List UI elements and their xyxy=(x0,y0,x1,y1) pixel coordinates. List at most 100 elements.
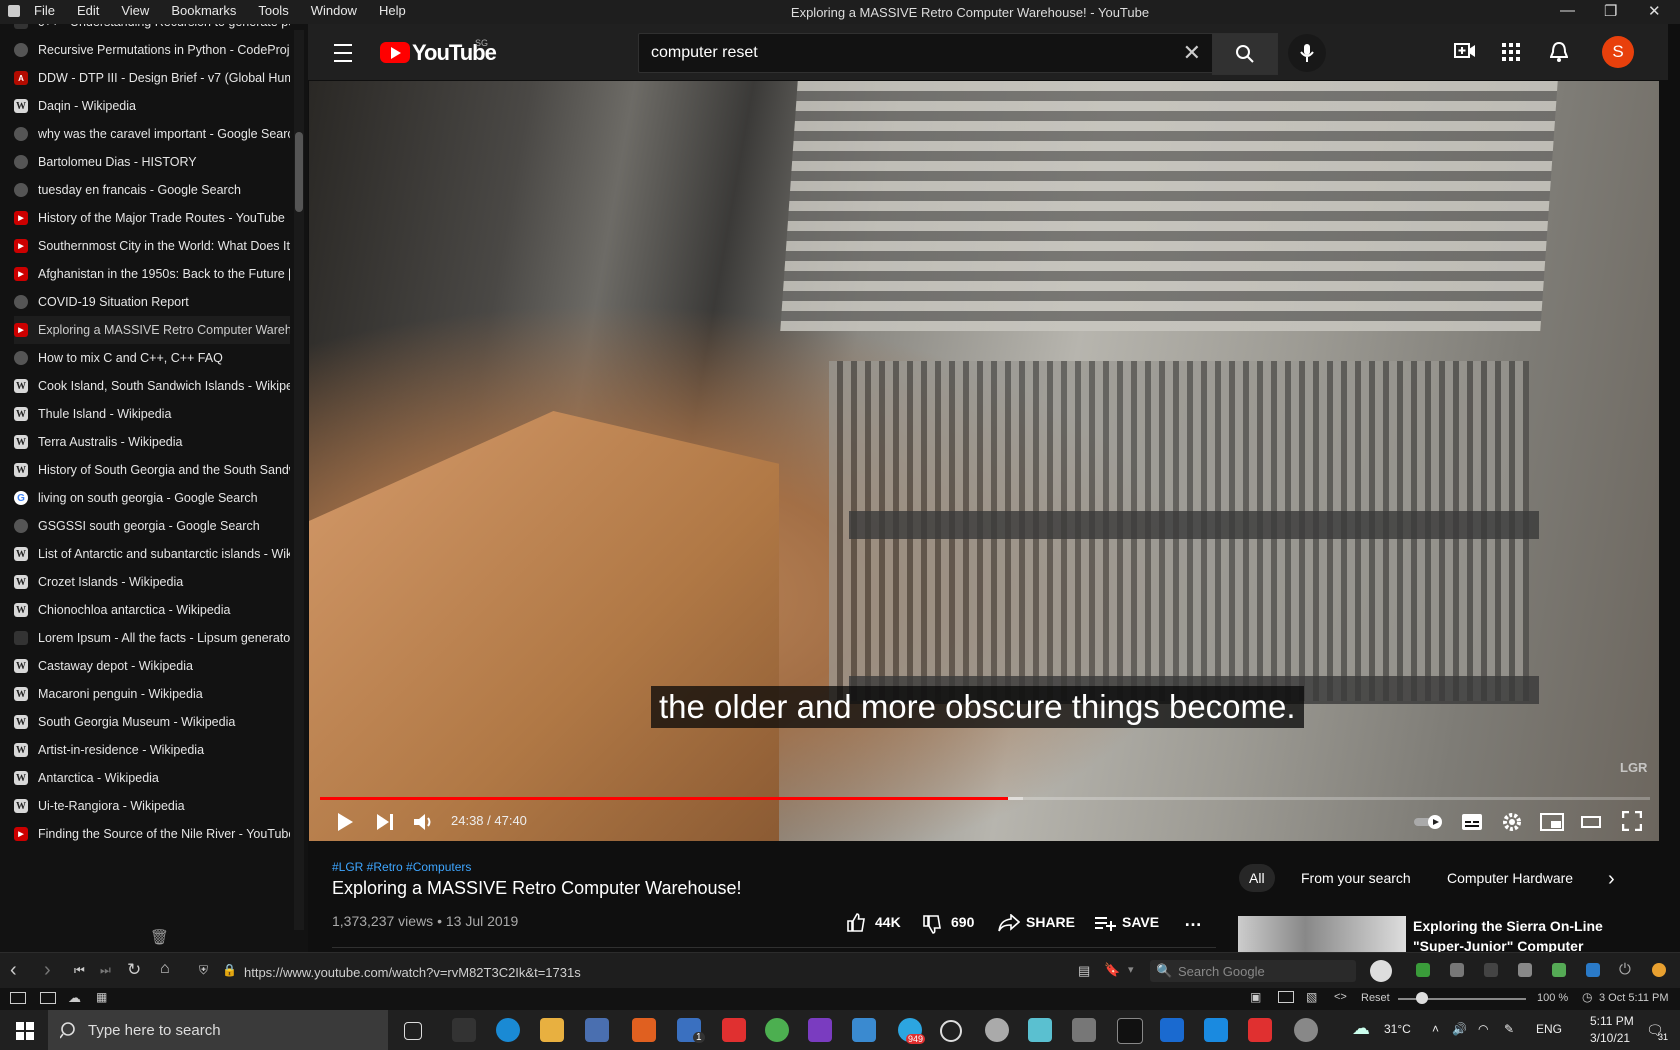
trash-icon[interactable]: 🗑 xyxy=(150,928,169,946)
outlook-icon[interactable] xyxy=(1160,1018,1184,1042)
tab-item[interactable]: W Terra Australis - Wikipedia xyxy=(14,428,290,456)
panel-toggle-icon[interactable] xyxy=(10,992,26,1004)
apps-grid-icon[interactable] xyxy=(1502,43,1520,61)
calendar-icon[interactable]: ▦ xyxy=(96,990,107,1004)
more-actions-icon[interactable]: … xyxy=(1184,910,1202,931)
search-value[interactable]: computer reset xyxy=(651,44,758,62)
avatar[interactable]: S xyxy=(1602,36,1634,68)
play-icon[interactable] xyxy=(336,812,354,832)
menu-edit[interactable]: Edit xyxy=(77,3,99,18)
zoom-slider-handle[interactable] xyxy=(1416,992,1428,1004)
settings-gear-icon[interactable] xyxy=(1502,812,1522,832)
download-icon[interactable] xyxy=(1586,963,1600,977)
tab-item[interactable]: COVID-19 Situation Report xyxy=(14,288,290,316)
fullscreen-icon[interactable] xyxy=(1622,811,1642,831)
weather-cloud-icon[interactable]: ☁ xyxy=(1352,1018,1370,1039)
reader-view-icon[interactable]: ▤ xyxy=(1078,963,1090,979)
wifi-icon[interactable]: ◠ xyxy=(1478,1022,1488,1036)
next-video-icon[interactable] xyxy=(376,813,394,831)
search-button[interactable] xyxy=(1212,33,1278,75)
tab-item[interactable]: Lorem Ipsum - All the facts - Lipsum gen… xyxy=(14,624,290,652)
status-clock[interactable]: 3 Oct 5:11 PM xyxy=(1599,992,1669,1004)
taskbar-date[interactable]: 3/10/21 xyxy=(1590,1031,1630,1045)
tab-item[interactable]: c++ - Understanding Recursion to generat… xyxy=(14,24,290,36)
url-dropdown-icon[interactable]: ▾ xyxy=(1128,963,1134,976)
volume-icon[interactable] xyxy=(413,812,433,832)
tab-item[interactable]: W Crozet Islands - Wikipedia xyxy=(14,568,290,596)
menu-window[interactable]: Window xyxy=(311,3,357,18)
extension-icon[interactable] xyxy=(1416,963,1430,977)
menu-file[interactable]: File xyxy=(34,3,55,18)
dislike-icon[interactable] xyxy=(922,914,942,934)
hamburger-menu-icon[interactable] xyxy=(334,44,352,62)
windows-start-icon[interactable] xyxy=(16,1022,34,1040)
channel-watermark[interactable]: LGR xyxy=(1620,760,1647,775)
reload-icon[interactable]: ↻ xyxy=(127,960,141,980)
theater-mode-icon[interactable] xyxy=(1581,815,1601,829)
rewind-icon[interactable]: ⏮ xyxy=(74,963,85,978)
tab-item[interactable]: ▶ Afghanistan in the 1950s: Back to the F… xyxy=(14,260,290,288)
tray-chevron-icon[interactable]: ˄ xyxy=(1432,1022,1439,1036)
youtube-logo-icon[interactable] xyxy=(380,42,410,63)
taskbar-time[interactable]: 5:11 PM xyxy=(1590,1014,1634,1028)
tab-item[interactable]: Recursive Permutations in Python - CodeP… xyxy=(14,36,290,64)
tab-item[interactable]: How to mix C and C++, C++ FAQ xyxy=(14,344,290,372)
video-hashtags[interactable]: #LGR #Retro #Computers xyxy=(332,860,471,874)
notifications-bell-icon[interactable] xyxy=(1550,41,1568,63)
bookmark-icon[interactable]: 🔖 xyxy=(1104,962,1120,978)
edge-icon[interactable] xyxy=(496,1018,520,1042)
create-video-icon[interactable] xyxy=(1454,42,1476,60)
autoplay-toggle[interactable] xyxy=(1413,814,1443,830)
maximize-icon[interactable]: ❐ xyxy=(1604,2,1617,20)
extension-icon[interactable] xyxy=(1518,963,1532,977)
chip-computer-hardware[interactable]: Computer Hardware xyxy=(1447,870,1573,886)
vscode-icon[interactable] xyxy=(1204,1018,1228,1042)
tab-item[interactable]: A DDW - DTP III - Design Brief - v7 (Glob… xyxy=(14,64,290,92)
zoom-reset[interactable]: Reset xyxy=(1361,992,1390,1004)
tab-item[interactable]: Bartolomeu Dias - HISTORY xyxy=(14,148,290,176)
menu-bookmarks[interactable]: Bookmarks xyxy=(171,3,236,18)
recommended-thumbnail[interactable] xyxy=(1238,916,1406,956)
app-icon[interactable] xyxy=(852,1018,876,1042)
app-icon[interactable] xyxy=(1028,1018,1052,1042)
vivaldi-icon[interactable] xyxy=(1248,1018,1272,1042)
extension-icon[interactable] xyxy=(1552,963,1566,977)
tab-item[interactable]: W Artist-in-residence - Wikipedia xyxy=(14,736,290,764)
tab-item[interactable]: ▶ Exploring a MASSIVE Retro Computer Ware… xyxy=(14,316,290,344)
like-icon[interactable] xyxy=(846,913,866,933)
visual-studio-icon[interactable] xyxy=(808,1018,832,1042)
tab-item[interactable]: W List of Antarctic and subantarctic isla… xyxy=(14,540,290,568)
settings-gear-icon[interactable] xyxy=(940,1020,962,1042)
clear-search-icon[interactable]: ✕ xyxy=(1183,40,1201,66)
tiling-icon[interactable] xyxy=(1278,991,1294,1003)
subtitles-icon[interactable] xyxy=(1461,813,1483,831)
profile-icon[interactable] xyxy=(1370,960,1392,982)
chips-next-arrow-icon[interactable]: › xyxy=(1608,868,1615,891)
task-view-icon[interactable] xyxy=(404,1022,422,1040)
images-icon[interactable]: ▧ xyxy=(1306,990,1317,1004)
recommended-title[interactable]: Exploring the Sierra On-Line "Super-Junio… xyxy=(1413,916,1603,956)
save-playlist-icon[interactable] xyxy=(1094,915,1116,931)
menu-tools[interactable]: Tools xyxy=(258,3,288,18)
file-explorer-icon[interactable] xyxy=(540,1018,564,1042)
tab-item[interactable]: W South Georgia Museum - Wikipedia xyxy=(14,708,290,736)
pen-icon[interactable]: ✎ xyxy=(1504,1022,1514,1036)
app-icon[interactable] xyxy=(585,1018,609,1042)
close-icon[interactable]: ✕ xyxy=(1648,2,1661,20)
forward-icon[interactable]: › xyxy=(44,959,51,982)
menu-help[interactable]: Help xyxy=(379,3,406,18)
tab-item[interactable]: W Castaway depot - Wikipedia xyxy=(14,652,290,680)
tab-item[interactable]: ▶ Finding the Source of the Nile River - … xyxy=(14,820,290,848)
sync-cloud-icon[interactable]: ☁ xyxy=(68,990,81,1006)
tab-item[interactable]: tuesday en francais - Google Search xyxy=(14,176,290,204)
minimize-icon[interactable]: — xyxy=(1560,2,1575,19)
tab-item[interactable]: W Cook Island, South Sandwich Islands - W… xyxy=(14,372,290,400)
search-google-field[interactable]: 🔍 Search Google xyxy=(1150,960,1356,982)
chip-from-your-search[interactable]: From your search xyxy=(1301,870,1411,886)
tab-item[interactable]: W Macaroni penguin - Wikipedia xyxy=(14,680,290,708)
extension-icon[interactable] xyxy=(1652,963,1666,977)
menu-view[interactable]: View xyxy=(121,3,149,18)
app-icon[interactable] xyxy=(1294,1018,1318,1042)
url-field[interactable]: https://www.youtube.com/watch?v=rvM82T3C… xyxy=(244,965,581,980)
epic-games-icon[interactable] xyxy=(1117,1018,1143,1044)
